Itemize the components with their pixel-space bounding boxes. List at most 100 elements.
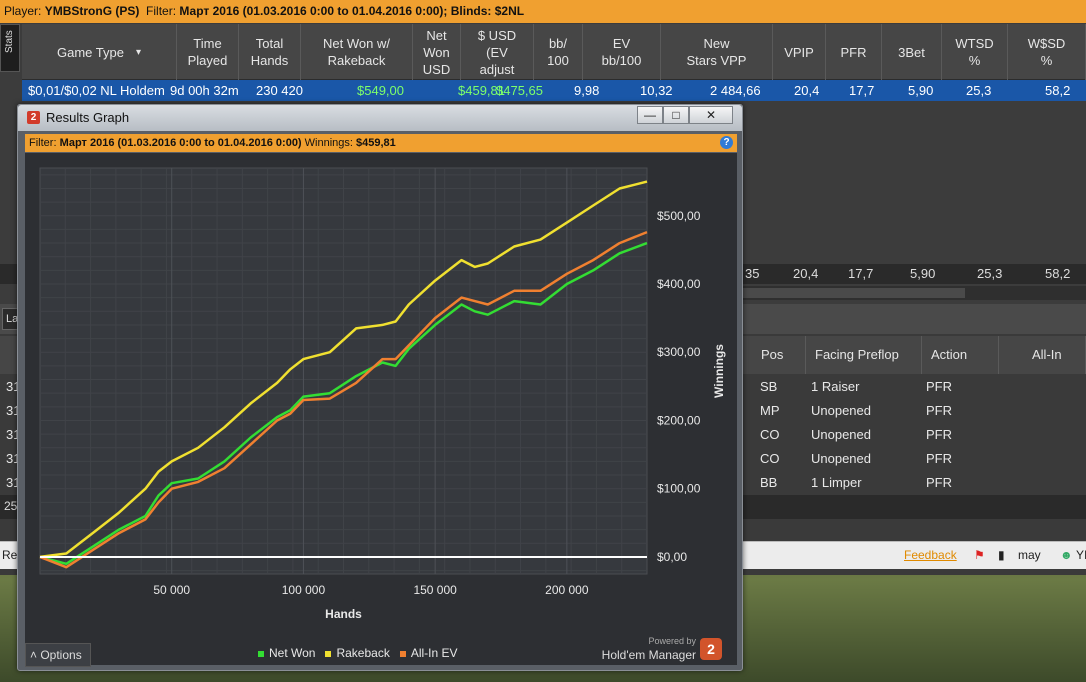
table-cell: $549,00 <box>357 83 404 98</box>
column-header-label: PFR <box>840 44 867 60</box>
table-cell: 20,4 <box>794 83 820 98</box>
footer-lead: 25 <box>4 499 18 513</box>
column-header-label: $ USD (EV adjust <box>477 27 517 77</box>
column-header[interactable]: Net Won USD <box>413 24 461 80</box>
user-icon: ▮ <box>998 548 1005 562</box>
close-button[interactable]: ✕ <box>689 106 733 124</box>
brand-name: Hold'em Manager <box>601 648 696 662</box>
graph-filter-value: Март 2016 (01.03.2016 0:00 to 01.04.2016… <box>59 137 302 149</box>
column-header[interactable]: EV bb/100 <box>583 24 661 80</box>
flag-icon[interactable]: ⚑ <box>974 548 985 562</box>
powered-by-text: Powered by <box>648 636 696 646</box>
graph-panel: $0,00 $100,00 $200,00 $300,00 $400,00 $500,00… <box>25 153 737 665</box>
column-header-label: WTSD % <box>955 36 994 68</box>
y-tick-label: $500,00 <box>657 209 701 223</box>
options-button[interactable]: ˄ Options <box>25 643 91 667</box>
stats-side-tab[interactable]: Stats <box>0 24 20 72</box>
legend-swatch <box>399 650 406 657</box>
player-filter-bar: Player: YMBStronG (PS) Filter: Март 2016… <box>0 0 1086 23</box>
column-header[interactable]: Facing Preflop <box>806 336 922 374</box>
column-header-label: W$SD % <box>1027 36 1066 68</box>
legend-swatch <box>325 650 332 657</box>
minimize-button[interactable]: — <box>637 106 663 124</box>
horizontal-scrollbar[interactable] <box>740 286 1086 300</box>
graph-filter-bar: Filter: Март 2016 (01.03.2016 0:00 to 01… <box>25 134 737 152</box>
legend-label: Rakeback <box>336 646 390 660</box>
column-header-label: EV bb/100 <box>601 36 642 68</box>
table-cell: PFR <box>926 451 952 466</box>
scrollbar-thumb[interactable] <box>740 288 965 298</box>
y-tick-label: $400,00 <box>657 277 701 291</box>
table-cell: 58,2 <box>1045 83 1071 98</box>
table-cell: PFR <box>926 379 952 394</box>
table-cell: 2 484,66 <box>710 83 761 98</box>
column-header[interactable]: New Stars VPP <box>661 24 773 80</box>
column-header-label: Game Type <box>57 44 124 60</box>
legend-swatch <box>258 650 264 657</box>
column-header[interactable]: W$SD % <box>1008 24 1086 80</box>
table-cell: Unopened <box>811 451 871 466</box>
y-axis-label: Winnings <box>712 344 726 398</box>
column-header[interactable]: Pos <box>752 336 806 374</box>
column-header[interactable]: $ USD (EV adjust <box>461 24 534 80</box>
legend-item[interactable]: Net Won <box>258 646 315 660</box>
table-cell: 1 Raiser <box>811 379 860 394</box>
avatar-icon: ☻ <box>1060 548 1073 562</box>
table-cell: 5,90 <box>908 83 934 98</box>
help-icon[interactable]: ? <box>720 136 733 149</box>
table-cell: 230 420 <box>256 83 303 98</box>
table-cell: CO <box>760 451 780 466</box>
chevron-down-icon[interactable]: ▾ <box>136 44 141 61</box>
column-header[interactable]: bb/ 100 <box>534 24 583 80</box>
window-titlebar[interactable]: 2 Results Graph — □ ✕ <box>18 105 742 131</box>
table-cell: BB <box>760 475 778 490</box>
y-tick-label: $100,00 <box>657 482 701 496</box>
column-header-label: 3Bet <box>898 44 925 60</box>
totals-cell: 35 <box>745 266 760 281</box>
totals-cell: 17,7 <box>848 266 874 281</box>
table-cell: 1 Limper <box>811 475 862 490</box>
table-cell: CO <box>760 427 780 442</box>
column-header[interactable]: Total Hands <box>239 24 301 80</box>
window-title: Results Graph <box>46 110 130 125</box>
column-header[interactable]: Action <box>922 336 999 374</box>
table-cell: 25,3 <box>966 83 992 98</box>
stats-table-header: Game Type ▾ Time Played Total Hands Net Won… <box>22 24 1086 80</box>
maximize-button[interactable]: □ <box>663 106 689 124</box>
totals-cell: 58,2 <box>1045 266 1071 281</box>
column-header[interactable]: WTSD % <box>942 24 1008 80</box>
winnings-label: Winnings: <box>304 137 353 149</box>
column-header[interactable]: 3Bet <box>882 24 942 80</box>
filter-label: Filter: <box>146 4 177 18</box>
column-header[interactable]: PFR <box>826 24 882 80</box>
feedback-link[interactable]: Feedback <box>904 548 957 562</box>
player-name: YMBStronG (PS) <box>44 4 140 18</box>
table-cell: 9,98 <box>574 83 600 98</box>
table-cell: PFR <box>926 427 952 442</box>
results-graph-window[interactable]: 2 Results Graph — □ ✕ Filter: Март 2016 … <box>17 104 743 671</box>
table-cell: SB <box>760 379 778 394</box>
table-cell: Unopened <box>811 427 871 442</box>
x-tick-label: 100 000 <box>282 583 326 597</box>
legend-item[interactable]: Rakeback <box>325 646 390 660</box>
x-tick-label: 50 000 <box>153 583 190 597</box>
results-chart: $0,00 $100,00 $200,00 $300,00 $400,00 $500,00… <box>39 167 726 621</box>
y-tick-label: $300,00 <box>657 345 701 359</box>
x-axis-label: Hands <box>325 607 362 621</box>
user-name[interactable]: may <box>1018 548 1041 562</box>
table-cell: MP <box>760 403 780 418</box>
legend-item[interactable]: All-In EV <box>399 646 458 660</box>
user2-name[interactable]: YI <box>1076 548 1086 562</box>
column-header[interactable]: Game Type ▾ <box>22 24 177 80</box>
table-cell: 10,32 <box>640 83 673 98</box>
column-header[interactable]: All-In <box>999 336 1086 374</box>
table-cell: $475,65 <box>496 83 543 98</box>
hm2-logo-icon: 2 <box>27 111 40 124</box>
column-header[interactable]: VPIP <box>773 24 826 80</box>
stats-table-row[interactable]: $0,01/$0,02 NL Holdem 9d 00h 32m 230 420 $5… <box>22 80 1086 101</box>
column-header-label: New Stars VPP <box>686 36 747 68</box>
table-cell: 17,7 <box>849 83 875 98</box>
column-header[interactable]: Net Won w/ Rakeback <box>301 24 413 80</box>
column-header[interactable]: Time Played <box>177 24 239 80</box>
legend-label: All-In EV <box>410 646 458 660</box>
